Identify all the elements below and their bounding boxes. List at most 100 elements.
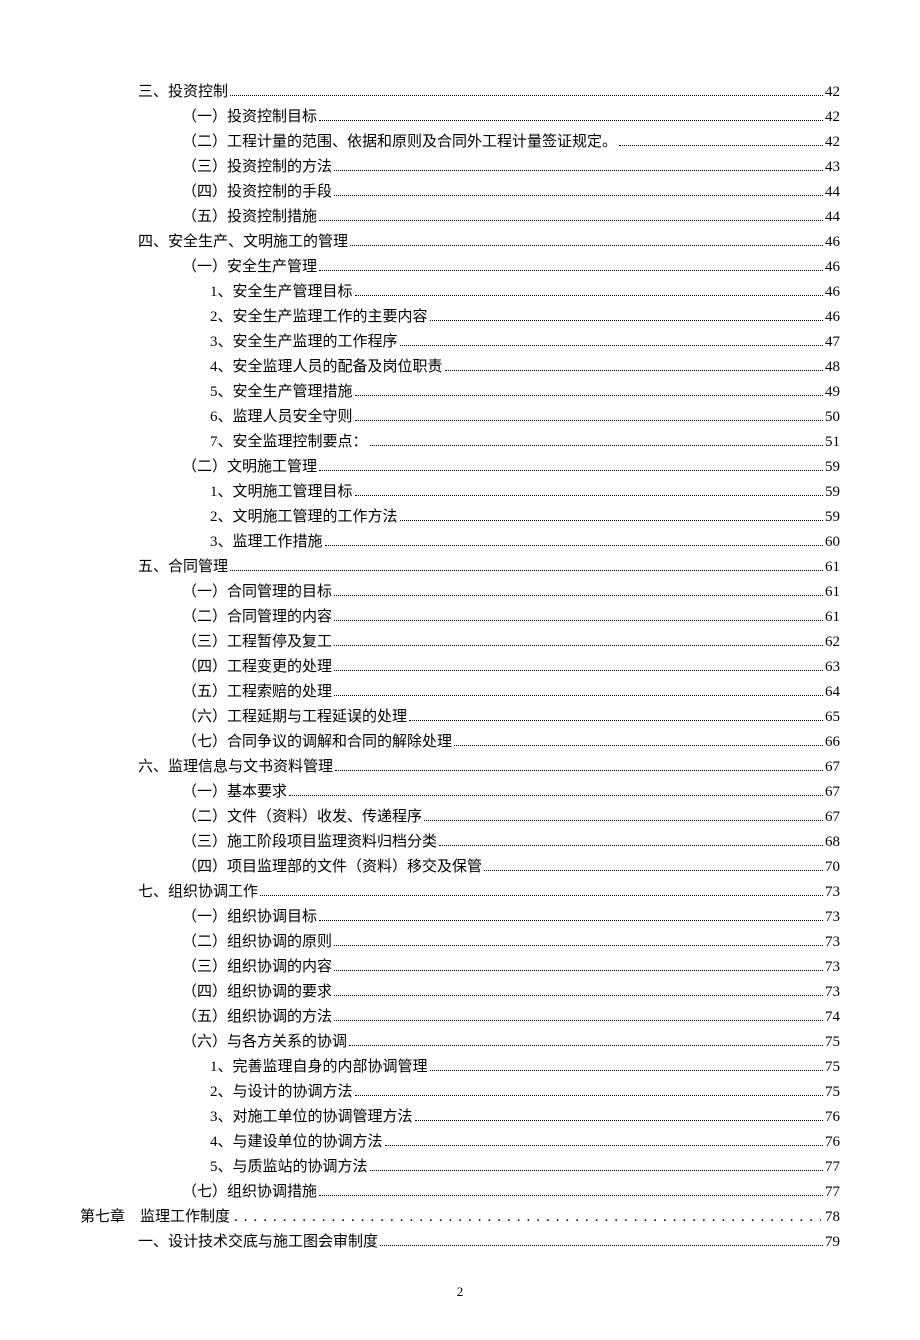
toc-entry-title: （七）组织协调措施 [182,1180,317,1204]
toc-entry-page: 67 [825,755,840,779]
toc-entry: （二）文明施工管理59 [80,455,840,479]
page-number: 2 [457,1284,464,1299]
toc-entry-page: 75 [825,1030,840,1054]
toc-entry-title: 第七章 监理工作制度 [80,1205,230,1229]
toc-entry-title: 5、与质监站的协调方法 [210,1155,368,1179]
toc-entry: 七、组织协调工作73 [80,880,840,904]
toc-entry-title: （二）组织协调的原则 [182,930,332,954]
toc-entry: （二）合同管理的内容 61 [80,605,840,629]
toc-leader-dots [430,1070,823,1071]
toc-entry: 4、与建设单位的协调方法76 [80,1130,840,1154]
toc-entry-title: 四、安全生产、文明施工的管理 [138,230,348,254]
document-page: 三、投资控制42（一）投资控制目标42（二）工程计量的范围、依据和原则及合同外工… [0,0,920,1340]
toc-entry-title: （五）工程索赔的处理 [182,680,332,704]
toc-entry-title: （一）合同管理的目标 [182,580,332,604]
toc-leader-dots [349,1045,823,1046]
toc-leader-dots [355,495,823,496]
toc-entry-title: （一）基本要求 [182,780,287,804]
toc-entry: （二）组织协调的原则 73 [80,930,840,954]
toc-leader-dots [260,895,823,896]
toc-entry-page: 46 [825,230,840,254]
toc-entry: 1、文明施工管理目标59 [80,480,840,504]
toc-entry-page: 61 [825,605,840,629]
toc-entry: （七）组织协调措施77 [80,1180,840,1204]
toc-entry-page: 62 [825,630,840,654]
toc-entry: （二）工程计量的范围、依据和原则及合同外工程计量签证规定。42 [80,130,840,154]
toc-entry-page: 73 [825,905,840,929]
toc-entry-title: 2、文明施工管理的工作方法 [210,505,398,529]
toc-entry-page: 73 [825,930,840,954]
toc-leader-dots [334,195,823,196]
toc-entry-page: 61 [825,555,840,579]
toc-entry-title: （四）工程变更的处理 [182,655,332,679]
toc-entry: （二）文件（资料）收发、传递程序67 [80,805,840,829]
toc-leader-dots [319,120,823,121]
toc-entry: （四）项目监理部的文件（资料）移交及保管70 [80,855,840,879]
toc-entry: 2、文明施工管理的工作方法59 [80,505,840,529]
toc-leader-dots [334,995,823,996]
toc-entry-page: 76 [825,1105,840,1129]
toc-entry-page: 70 [825,855,840,879]
toc-entry-page: 64 [825,680,840,704]
toc-entry-title: 六、监理信息与文书资料管理 [138,755,333,779]
toc-entry-title: （一）投资控制目标 [182,105,317,129]
toc-entry-title: 2、安全生产监理工作的主要内容 [210,305,428,329]
toc-entry-title: （二）合同管理的内容 [182,605,332,629]
toc-entry: （四）工程变更的处理63 [80,655,840,679]
toc-entry-page: 61 [825,580,840,604]
toc-leader-dots [230,570,823,571]
toc-entry: 2、与设计的协调方法75 [80,1080,840,1104]
toc-entry: （四）组织协调的要求73 [80,980,840,1004]
toc-leader-dots [385,1145,823,1146]
toc-leader-dots [355,395,823,396]
toc-leader-dots [334,970,823,971]
toc-entry: 4、安全监理人员的配备及岗位职责48 [80,355,840,379]
toc-entry: 2、安全生产监理工作的主要内容46 [80,305,840,329]
toc-entry-page: 46 [825,280,840,304]
toc-leader-dots [334,170,823,171]
page-footer: 2 [80,1284,840,1300]
toc-entry-page: 43 [825,155,840,179]
toc-leader-dots [334,670,823,671]
toc-leader-dots [380,1245,823,1246]
toc-leader-dots [355,420,823,421]
toc-entry: （五）投资控制措施44 [80,205,840,229]
table-of-contents: 三、投资控制42（一）投资控制目标42（二）工程计量的范围、依据和原则及合同外工… [80,80,840,1254]
toc-entry-page: 44 [825,180,840,204]
toc-leader-dots [334,1020,823,1021]
toc-entry: （六）工程延期与工程延误的处理65 [80,705,840,729]
toc-entry-page: 59 [825,480,840,504]
toc-leader-dots [319,220,823,221]
toc-entry-title: 3、安全生产监理的工作程序 [210,330,398,354]
toc-entry: 三、投资控制42 [80,80,840,104]
toc-entry-page: 75 [825,1055,840,1079]
toc-leader-dots [454,745,823,746]
toc-leader-dots [484,870,823,871]
toc-leader-dots [415,1120,823,1121]
toc-leader-dots [439,845,823,846]
toc-entry-title: 七、组织协调工作 [138,880,258,904]
toc-entry-title: 4、安全监理人员的配备及岗位职责 [210,355,443,379]
toc-entry-page: 74 [825,1005,840,1029]
toc-leader-dots [319,1195,823,1196]
toc-entry-page: 77 [825,1155,840,1179]
toc-leader-dots [355,1095,823,1096]
toc-entry-page: 50 [825,405,840,429]
toc-entry: 3、对施工单位的协调管理方法76 [80,1105,840,1129]
toc-entry-title: （二）工程计量的范围、依据和原则及合同外工程计量签证规定。 [182,130,617,154]
toc-entry-page: 76 [825,1130,840,1154]
toc-entry-title: （四）投资控制的手段 [182,180,332,204]
toc-leader-dots [230,95,823,96]
toc-entry: 1、完善监理自身的内部协调管理75 [80,1055,840,1079]
toc-entry-page: 73 [825,955,840,979]
toc-entry-title: （七）合同争议的调解和合同的解除处理 [182,730,452,754]
toc-entry-title: （三）施工阶段项目监理资料归档分类 [182,830,437,854]
toc-entry: （五）工程索赔的处理 64 [80,680,840,704]
toc-leader-dots: ........................................… [234,1205,821,1229]
toc-entry-page: 78 [825,1205,840,1229]
toc-entry-title: （五）投资控制措施 [182,205,317,229]
toc-entry: 四、安全生产、文明施工的管理 46 [80,230,840,254]
toc-leader-dots [424,820,823,821]
toc-entry-title: 5、安全生产管理措施 [210,380,353,404]
toc-entry-page: 59 [825,455,840,479]
